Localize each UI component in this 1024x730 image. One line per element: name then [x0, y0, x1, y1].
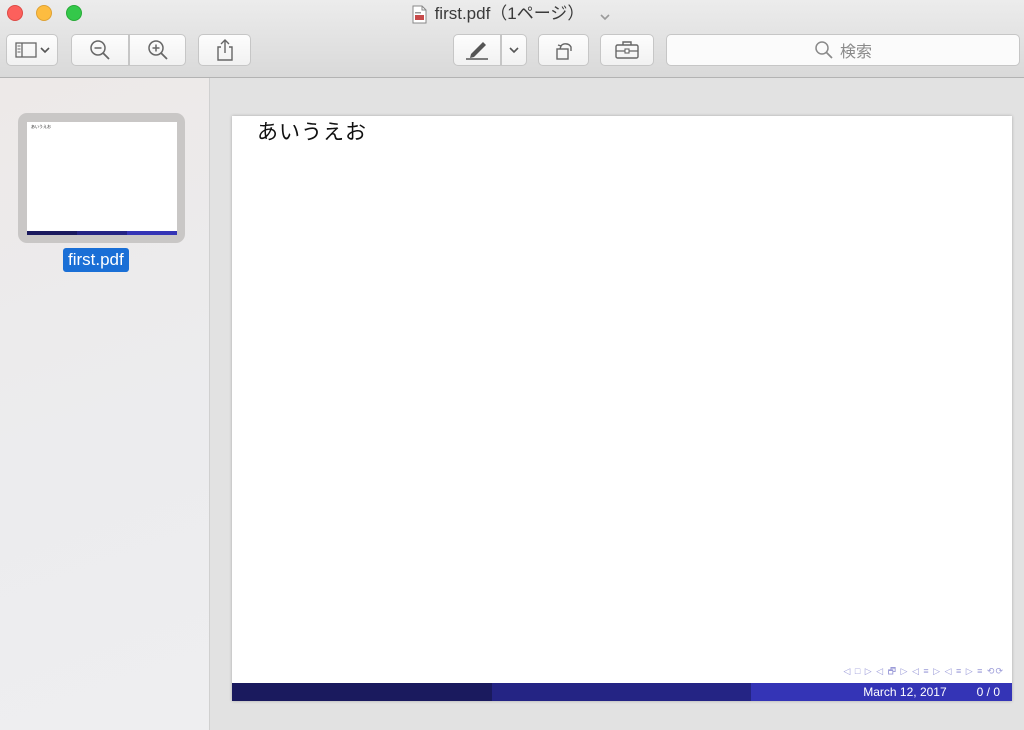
search-icon [815, 41, 833, 59]
markup-menu-button[interactable] [501, 34, 527, 66]
chevron-down-icon [509, 47, 519, 54]
markup-pen-button[interactable] [453, 34, 501, 66]
rotate-button[interactable] [538, 34, 589, 66]
zoom-in-button[interactable] [129, 34, 186, 66]
page-thumbnail[interactable]: あいうえお [18, 113, 185, 243]
pdf-page: あいうえお ◁ □ ▷ ◁ 🗗 ▷ ◁ ≡ ▷ ◁ ≡ ▷ ≡ ⟲⟳ March… [232, 116, 1012, 701]
footer-page-number: 0 / 0 [976, 685, 1000, 699]
thumbnail-footer [27, 231, 177, 235]
thumbnail-sidebar: あいうえお first.pdf [0, 78, 210, 730]
footer-section-left [232, 683, 492, 701]
toolbox-button[interactable] [600, 34, 654, 66]
thumbnail-text: あいうえお [31, 124, 51, 129]
page-footer-bar: March 12, 2017 0 / 0 [232, 683, 1012, 701]
footer-section-right: March 12, 2017 0 / 0 [751, 683, 1012, 701]
sidebar-view-button[interactable] [6, 34, 58, 66]
footer-section-middle [492, 683, 751, 701]
pdf-document-icon [412, 5, 427, 24]
zoom-out-button[interactable] [71, 34, 129, 66]
share-icon [216, 39, 233, 61]
search-placeholder: 検索 [839, 44, 872, 61]
window-title-area: first.pdf（1ページ） [0, 2, 1024, 26]
toolbox-icon [615, 41, 639, 59]
window-title: first.pdf（1ページ） [434, 4, 585, 23]
page-body-text: あいうえお [257, 120, 367, 144]
thumbnail-page: あいうえお [27, 122, 177, 235]
rotate-icon [555, 43, 572, 60]
zoom-in-icon [147, 40, 168, 60]
search-field[interactable]: 検索 [666, 34, 1020, 66]
titlebar: first.pdf（1ページ） 検索 [0, 0, 1024, 78]
pen-markup-icon [466, 42, 488, 60]
document-view[interactable]: あいうえお ◁ □ ▷ ◁ 🗗 ▷ ◁ ≡ ▷ ◁ ≡ ▷ ≡ ⟲⟳ March… [210, 78, 1024, 730]
footer-date: March 12, 2017 [863, 685, 947, 699]
beamer-navigation-symbols: ◁ □ ▷ ◁ 🗗 ▷ ◁ ≡ ▷ ◁ ≡ ▷ ≡ ⟲⟳ [843, 666, 1004, 676]
sidebar-icon [15, 42, 50, 58]
zoom-out-icon [90, 40, 110, 60]
thumbnail-filename-label[interactable]: first.pdf [63, 248, 129, 272]
share-button[interactable] [198, 34, 251, 66]
title-chevron-down-icon[interactable] [598, 7, 612, 21]
